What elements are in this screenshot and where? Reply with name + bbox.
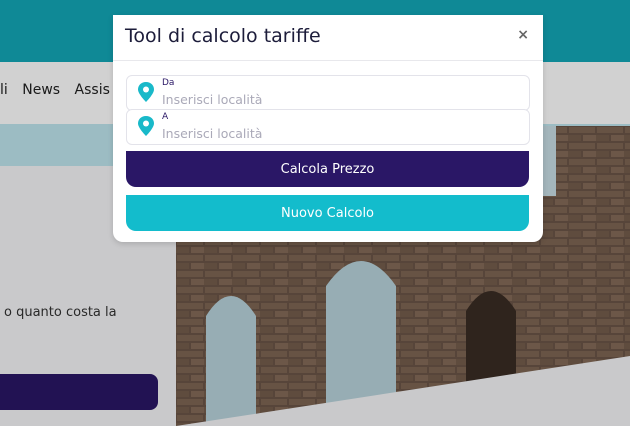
map-pin-icon <box>138 82 154 102</box>
calculate-price-button[interactable]: Calcola Prezzo <box>126 151 529 187</box>
origin-field[interactable]: Da <box>126 75 530 111</box>
modal-header: Tool di calcolo tariffe × <box>113 15 543 61</box>
map-pin-icon <box>138 116 154 136</box>
destination-field[interactable]: A <box>126 109 530 145</box>
fare-calculator-modal: Tool di calcolo tariffe × Da A Calcola P… <box>113 15 543 242</box>
destination-label: A <box>162 112 169 122</box>
close-icon[interactable]: × <box>517 27 529 43</box>
new-calculation-button[interactable]: Nuovo Calcolo <box>126 195 529 231</box>
origin-input[interactable] <box>162 91 512 107</box>
modal-title: Tool di calcolo tariffe <box>125 25 321 47</box>
destination-input[interactable] <box>162 125 512 141</box>
origin-label: Da <box>162 78 175 88</box>
